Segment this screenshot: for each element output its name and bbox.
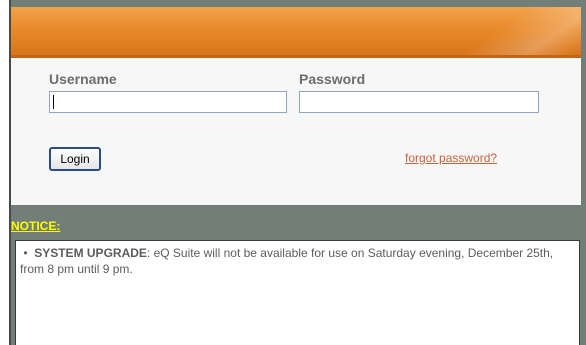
username-label: Username: [49, 71, 117, 87]
bullet-glyph: •: [23, 246, 28, 260]
header-sheen: [393, 7, 581, 55]
password-input[interactable]: [299, 91, 539, 113]
username-input[interactable]: [49, 91, 287, 113]
password-label: Password: [299, 71, 366, 87]
login-panel: Username Password Login forgot password?: [11, 58, 581, 205]
notice-box: • SYSTEM UPGRADE: eQ Suite will not be a…: [15, 240, 580, 345]
forgot-password-link[interactable]: forgot password?: [405, 151, 497, 165]
login-button[interactable]: Login: [49, 147, 101, 171]
notice-headline: SYSTEM UPGRADE: [34, 246, 147, 260]
notice-item: • SYSTEM UPGRADE: eQ Suite will not be a…: [20, 245, 565, 277]
header-banner: [11, 7, 581, 58]
text-caret: [53, 95, 54, 109]
notice-title: NOTICE:: [11, 219, 61, 233]
